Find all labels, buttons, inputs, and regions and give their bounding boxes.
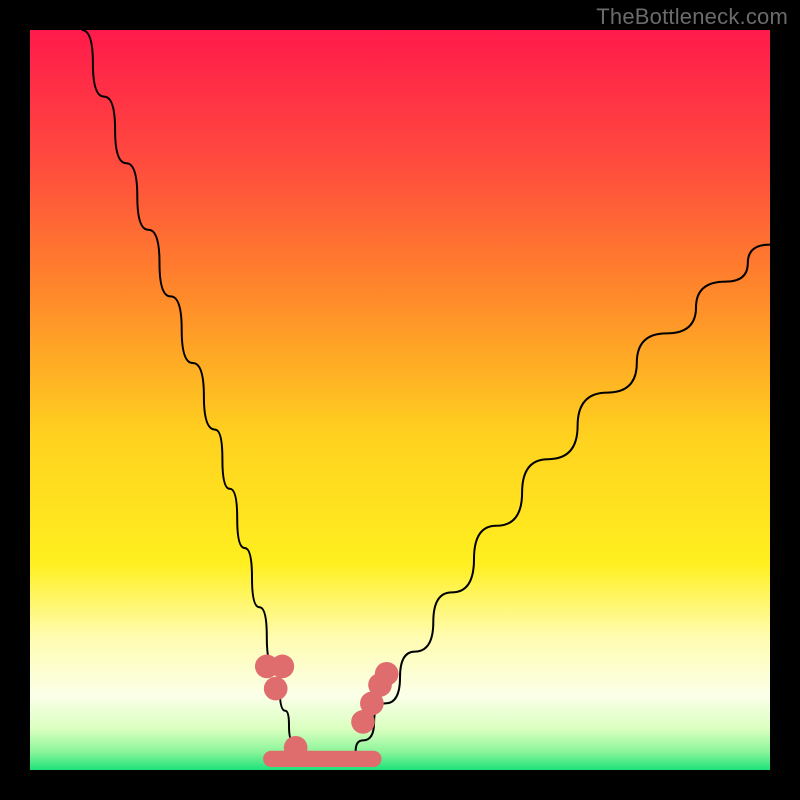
watermark-text: TheBottleneck.com	[596, 4, 788, 30]
curve-left-curve	[82, 30, 300, 763]
marker-point	[284, 736, 308, 760]
marker-point	[271, 655, 295, 679]
curves-layer	[30, 30, 770, 770]
chart-frame: TheBottleneck.com	[0, 0, 800, 800]
plot-area	[30, 30, 770, 770]
marker-point	[375, 662, 399, 686]
marker-point	[264, 677, 288, 701]
curve-right-curve	[348, 245, 770, 763]
floor-band	[263, 751, 381, 767]
